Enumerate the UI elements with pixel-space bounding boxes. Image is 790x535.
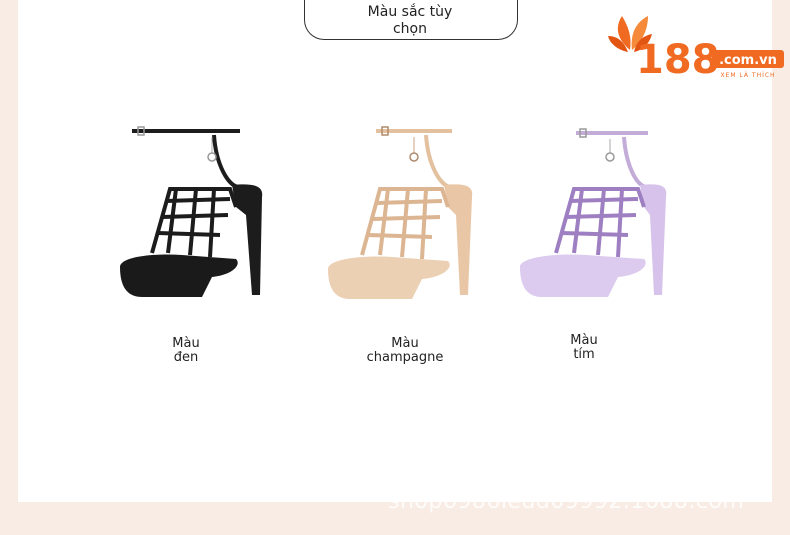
logo-tagline: XEM LÀ THÍCH xyxy=(720,72,775,79)
label-black: Màu đen xyxy=(150,337,222,365)
label-purple-line-2: tím xyxy=(573,347,595,362)
logo-domain: .com.vn xyxy=(719,53,777,68)
title-line-2: chọn xyxy=(392,21,427,37)
label-champagne: Màu champagne xyxy=(356,337,454,365)
label-purple: Màu tím xyxy=(550,334,618,362)
sandal-champagne-image[interactable] xyxy=(322,125,482,305)
title-line-1: Màu sắc tùy xyxy=(367,4,453,20)
label-purple-line-1: Màu xyxy=(570,333,598,348)
label-black-line-2: đen xyxy=(173,350,199,365)
sandal-purple-image[interactable] xyxy=(516,125,676,305)
sandal-black-image[interactable] xyxy=(112,125,272,305)
label-champagne-line-2: champagne xyxy=(366,350,444,365)
brand-logo[interactable]: 188 .com.vn XEM LÀ THÍCH xyxy=(608,10,788,84)
logo-number: 188 xyxy=(636,37,720,80)
label-champagne-line-1: Màu xyxy=(391,336,419,351)
shop-watermark: shop6986ledd09992.1688.com xyxy=(388,489,745,514)
label-black-line-1: Màu xyxy=(172,336,200,351)
page-title: Màu sắc tùy chọn xyxy=(340,4,480,38)
